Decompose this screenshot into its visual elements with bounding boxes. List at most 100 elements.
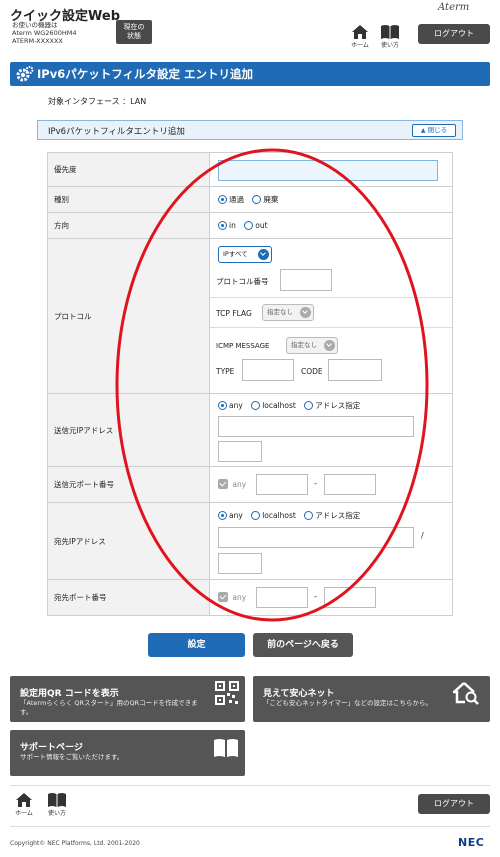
footer-home-nav[interactable]: ホーム bbox=[12, 792, 36, 817]
dst-port-any-label: any bbox=[232, 592, 247, 602]
howto-nav[interactable]: 使い方 bbox=[378, 24, 402, 49]
dst-ip-address-input[interactable] bbox=[218, 527, 414, 548]
direction-out-radio[interactable] bbox=[244, 220, 254, 230]
dst-port-dash: - bbox=[314, 592, 317, 601]
src-port-to-input[interactable] bbox=[324, 474, 376, 495]
icmp-code-input[interactable] bbox=[328, 359, 382, 381]
type-label: 種別 bbox=[47, 186, 210, 213]
row-dst-port: 宛先ポート番号 any - bbox=[47, 579, 453, 616]
type-pass-label: 通過 bbox=[229, 195, 244, 204]
src-ip-localhost-radio[interactable] bbox=[251, 401, 261, 410]
nec-logo: NEC bbox=[458, 836, 485, 849]
gear-icon bbox=[16, 66, 34, 82]
section-header: IPv6パケットフィルタエントリ追加 ▲ 閉じる bbox=[37, 120, 463, 140]
protocol-number-label: プロトコル番号 bbox=[216, 277, 269, 286]
icmp-message-select[interactable]: 指定なし bbox=[286, 337, 338, 354]
qr-tile-desc: 「Atermらくらく QRスタート」用のQRコードを作成できま す。 bbox=[20, 699, 198, 716]
priority-label: 優先度 bbox=[47, 152, 210, 187]
direction-in-label: in bbox=[229, 220, 236, 230]
chevron-down-icon bbox=[300, 307, 311, 318]
home-nav[interactable]: ホーム bbox=[348, 24, 372, 49]
icmp-type-input[interactable] bbox=[242, 359, 294, 381]
device-line-3: ATERM-XXXXXX bbox=[12, 37, 63, 45]
row-dst-ip: 宛先IPアドレス any localhost アドレス指定 / bbox=[47, 502, 453, 580]
footer-howto-label: 使い方 bbox=[47, 810, 66, 817]
tcp-flag-select[interactable]: 指定なし bbox=[262, 304, 314, 321]
footer-logout-button[interactable]: ログアウト bbox=[418, 794, 490, 814]
footer-home-label: ホーム bbox=[15, 810, 33, 817]
support-tile[interactable]: サポートページ サポート情報をご覧いただけます。 bbox=[10, 730, 245, 776]
submit-button[interactable]: 設定 bbox=[148, 633, 245, 657]
device-line-2: Aterm WG2600HM4 bbox=[12, 29, 77, 37]
priority-input[interactable] bbox=[218, 160, 438, 181]
src-ip-any-label: any bbox=[229, 401, 243, 410]
current-status-button[interactable]: 現在の 状態 bbox=[116, 20, 152, 44]
aterm-logo: Aterm bbox=[438, 2, 470, 13]
type-drop-radio[interactable] bbox=[252, 195, 262, 204]
dst-ip-specify-label: アドレス指定 bbox=[315, 511, 361, 520]
protocol-label: プロトコル bbox=[47, 238, 210, 394]
row-direction: 方向 in out bbox=[47, 212, 453, 239]
src-ip-specify-label: アドレス指定 bbox=[315, 401, 361, 410]
type-pass-radio[interactable] bbox=[218, 195, 227, 204]
close-label: 閉じる bbox=[427, 126, 448, 134]
row-src-ip: 送信元IPアドレス any localhost アドレス指定 bbox=[47, 393, 453, 467]
src-ip-localhost-label: localhost bbox=[262, 401, 296, 410]
book-icon bbox=[48, 793, 66, 807]
src-ip-label: 送信元IPアドレス bbox=[47, 393, 210, 467]
logout-button[interactable]: ログアウト bbox=[418, 24, 490, 44]
protocol-select[interactable]: IPすべて bbox=[218, 246, 272, 263]
book-icon bbox=[214, 739, 238, 757]
status-btn-line-2: 状態 bbox=[127, 32, 141, 40]
chevron-down-icon bbox=[324, 340, 335, 351]
dst-ip-any-radio[interactable] bbox=[218, 511, 227, 520]
safe-net-tile[interactable]: 見えて安心ネット 「こども安心ネットタイマー」などの設定はこちらから。 bbox=[253, 676, 490, 722]
row-protocol: プロトコル IPすべて プロトコル番号 TCP FLAG 指定なし ICMP M… bbox=[47, 238, 453, 394]
protocol-number-input[interactable] bbox=[280, 269, 332, 291]
src-port-from-input[interactable] bbox=[256, 474, 308, 495]
safe-tile-title: 見えて安心ネット bbox=[263, 689, 335, 699]
interface-label: 対象インタフェース ：LAN bbox=[48, 97, 147, 106]
dst-ip-label: 宛先IPアドレス bbox=[47, 502, 210, 580]
src-ip-address-input[interactable] bbox=[218, 416, 414, 437]
icmp-message-value: 指定なし bbox=[291, 341, 317, 349]
row-type: 種別 通過 廃棄 bbox=[47, 186, 453, 213]
src-port-dash: - bbox=[314, 479, 317, 488]
dst-port-from-input[interactable] bbox=[256, 587, 308, 608]
direction-out-label: out bbox=[255, 220, 268, 230]
dst-port-label: 宛先ポート番号 bbox=[47, 579, 210, 616]
howto-label: 使い方 bbox=[380, 42, 399, 49]
dst-ip-prefix-input[interactable] bbox=[218, 553, 262, 574]
close-section-button[interactable]: ▲ 閉じる bbox=[412, 124, 456, 137]
type-drop-label: 廃棄 bbox=[263, 195, 279, 204]
direction-in-radio[interactable] bbox=[218, 220, 227, 230]
home-icon bbox=[16, 793, 32, 807]
status-btn-line-1: 現在の bbox=[123, 23, 145, 31]
dst-port-any-checkbox[interactable] bbox=[218, 592, 228, 602]
src-ip-prefix-input[interactable] bbox=[218, 441, 262, 462]
dst-ip-any-label: any bbox=[229, 511, 243, 520]
src-ip-any-radio[interactable] bbox=[218, 401, 227, 410]
chevron-up-icon: ▲ bbox=[420, 127, 426, 134]
src-ip-specify-radio[interactable] bbox=[304, 401, 314, 410]
qr-code-tile[interactable]: 設定用QR コードを表示 「Atermらくらく QRスタート」用のQRコードを作… bbox=[10, 676, 245, 722]
back-button[interactable]: 前のページへ戻る bbox=[253, 633, 353, 657]
dst-ip-localhost-radio[interactable] bbox=[251, 511, 261, 520]
icmp-message-label: ICMP MESSAGE bbox=[216, 342, 270, 350]
row-src-port: 送信元ポート番号 any - bbox=[47, 466, 453, 503]
dst-ip-specify-radio[interactable] bbox=[304, 511, 314, 520]
filter-entry-table: 優先度 種別 通過 廃棄 方向 in out プロトコル IPすべて プロトコル… bbox=[47, 152, 453, 616]
safe-tile-desc: 「こども安心ネットタイマー」などの設定はこちらから。 bbox=[263, 699, 432, 707]
tcp-flag-label: TCP FLAG bbox=[216, 309, 252, 318]
row-priority: 優先度 bbox=[47, 152, 453, 187]
src-port-any-checkbox[interactable] bbox=[218, 479, 228, 489]
home-label: ホーム bbox=[351, 42, 369, 49]
section-title: IPv6パケットフィルタエントリ追加 bbox=[48, 127, 185, 137]
dst-ip-slash: / bbox=[421, 531, 424, 540]
dst-ip-localhost-label: localhost bbox=[262, 511, 296, 520]
home-icon bbox=[352, 25, 368, 39]
device-line-1: お使いの機器は bbox=[12, 21, 58, 29]
footer-howto-nav[interactable]: 使い方 bbox=[45, 792, 69, 817]
dst-port-to-input[interactable] bbox=[324, 587, 376, 608]
src-port-label: 送信元ポート番号 bbox=[47, 466, 210, 503]
